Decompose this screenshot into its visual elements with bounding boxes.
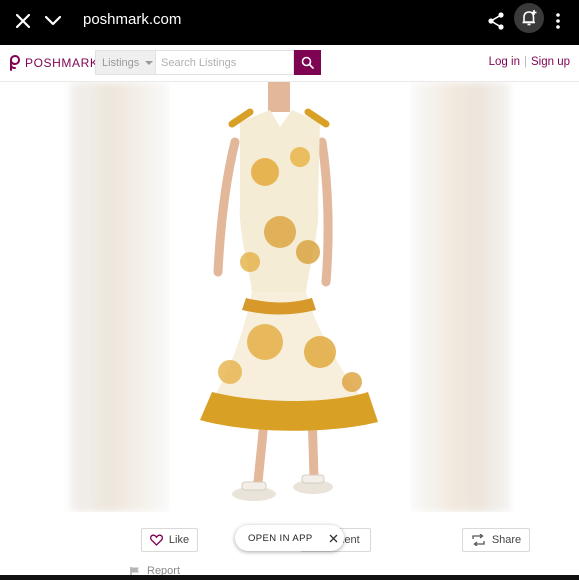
logo-text: POSHMARK (25, 56, 99, 70)
signup-link[interactable]: Sign up (531, 56, 570, 68)
like-button[interactable]: Like (141, 528, 198, 552)
search-icon (301, 56, 314, 69)
close-icon[interactable] (12, 10, 34, 32)
poshmark-logo[interactable]: POSHMARK (8, 55, 98, 71)
product-photo[interactable] (170, 82, 410, 512)
poshmark-logo-icon (10, 55, 21, 71)
site-header: POSHMARK Listings Log in | Sign up (0, 45, 579, 82)
gallery-blur-right (410, 82, 510, 512)
like-label: Like (168, 534, 190, 546)
chevron-down-icon[interactable] (42, 10, 64, 32)
product-gallery[interactable] (0, 82, 579, 512)
share-label: Share (491, 534, 522, 546)
caret-down-icon (145, 60, 154, 65)
url-text[interactable]: poshmark.com (83, 11, 181, 28)
open-in-app-label[interactable]: OPEN IN APP (248, 533, 313, 544)
open-in-app-banner[interactable]: OPEN IN APP (235, 525, 344, 551)
close-icon[interactable] (329, 534, 338, 543)
category-select-label: Listings (102, 56, 140, 69)
heart-icon (149, 534, 163, 546)
login-link[interactable]: Log in (489, 56, 520, 68)
search-button[interactable] (294, 50, 321, 75)
share-icon[interactable] (485, 10, 507, 32)
action-row: Like ment Share OPEN IN APP Report (0, 512, 579, 580)
bottom-edge-bar (0, 575, 579, 580)
share-button[interactable]: Share (462, 528, 530, 552)
notification-add-icon[interactable] (514, 3, 544, 33)
category-select[interactable]: Listings (95, 50, 155, 75)
search-bar: Listings (95, 50, 321, 75)
browser-toolbar: poshmark.com (0, 0, 579, 45)
auth-separator: | (523, 56, 527, 68)
share-icon (472, 534, 485, 546)
auth-links: Log in | Sign up (489, 56, 570, 68)
search-input[interactable] (155, 50, 294, 75)
more-vert-icon[interactable] (550, 10, 566, 32)
gallery-blur-left (70, 82, 170, 512)
